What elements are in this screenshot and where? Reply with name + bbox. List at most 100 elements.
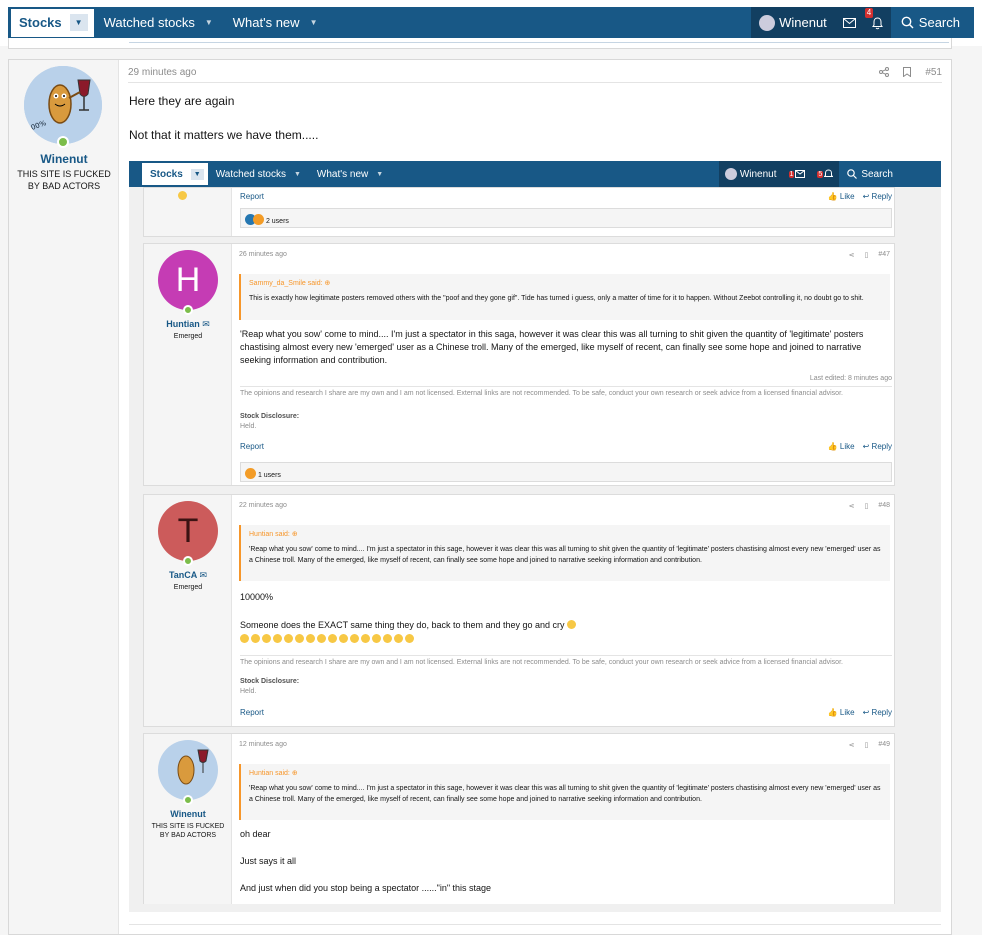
tab-whats-new-label: What's new [232, 15, 300, 30]
laughing-emoji-icon [295, 634, 304, 643]
avatar[interactable]: 00% [24, 66, 102, 144]
post-meta: 26 minutes ago ⋖ ▯ #47 [239, 251, 890, 263]
envelope-icon: ✉ [202, 319, 210, 329]
reply-label: Reply [871, 442, 892, 451]
tab-watched-stocks[interactable]: Watched stocks ▼ [94, 7, 223, 38]
stock-disclosure: Stock Disclosure: Held. [240, 412, 299, 432]
post-body: Someone does the EXACT same thing they d… [240, 619, 892, 632]
online-indicator [183, 795, 193, 805]
inbox-button[interactable] [834, 7, 864, 38]
report-link: Report [240, 708, 265, 717]
arrow-up-icon: ⊕ [291, 770, 298, 777]
post-meta: 22 minutes ago ⋖ ▯ #48 [239, 502, 890, 514]
fire-reaction-icon [245, 468, 256, 479]
reply-button: ↩ Reply [863, 708, 892, 717]
tab-stocks[interactable]: Stocks ▼ [11, 8, 94, 37]
stock-disclosure: Stock Disclosure: Held. [240, 677, 299, 697]
account-menu[interactable]: Winenut [751, 7, 835, 38]
nav-right: Winenut 4 Search [751, 7, 974, 38]
laughing-emoji-icon [394, 634, 403, 643]
post-author: Winenut [170, 809, 206, 819]
quote-author: Sammy_da_Smile said: ⊕ [249, 278, 882, 289]
embedded-user-column: T TanCA ✉ Emerged [144, 495, 232, 726]
arrow-up-icon: ⊕ [324, 280, 331, 287]
avatar: T [158, 501, 218, 561]
previous-post-edge [8, 38, 952, 49]
reactions-count: 1 users [257, 472, 281, 479]
chevron-down-icon[interactable]: ▼ [69, 14, 88, 31]
disclosure-label: Stock Disclosure: [240, 678, 300, 685]
post-author: Huntian ✉ [144, 319, 232, 330]
post-meta-actions: #51 [879, 67, 942, 78]
alerts-button[interactable]: 4 [863, 7, 891, 38]
reply-icon: ↩ [862, 192, 870, 201]
envelope-icon: ✉ [199, 570, 208, 580]
post-author[interactable]: Winenut [9, 152, 119, 166]
user-title: Emerged [173, 333, 203, 340]
quote-author: Huntian said: ⊕ [249, 529, 882, 540]
laughing-emoji-icon [567, 620, 577, 629]
search-button[interactable]: Search [891, 7, 974, 38]
laughing-emoji-icon [350, 634, 359, 643]
laughing-emoji-icon [306, 634, 315, 643]
like-button: 👍 Like [828, 708, 855, 717]
post-author-name: Huntian [166, 319, 200, 329]
envelope-icon [842, 17, 856, 28]
chevron-down-icon[interactable]: ▼ [205, 18, 213, 27]
embedded-user-column: Winenut THIS SITE IS FUCKED BY BAD ACTOR… [144, 734, 232, 911]
tab-label: Stocks [150, 168, 183, 180]
post-meta: 12 minutes ago ⋖ ▯ #49 [239, 741, 890, 753]
search-label: Search [861, 168, 893, 180]
divider [129, 42, 949, 43]
last-edited: Last edited: 8 minutes ago [809, 375, 892, 382]
post-number[interactable]: #51 [925, 67, 942, 78]
chevron-down-icon[interactable]: ▼ [310, 18, 318, 27]
tab-whats-new[interactable]: What's new ▼ [223, 7, 328, 38]
bookmark-icon[interactable] [903, 67, 912, 78]
laughing-emoji-icon [405, 634, 414, 643]
avatar [759, 14, 776, 31]
chevron-down-icon: ▼ [376, 170, 384, 178]
like-label: Like [839, 192, 855, 201]
post-51: 00% Winenut THIS SITE IS FUCKED BY BAD A… [8, 59, 952, 935]
bookmark-icon: ▯ [864, 742, 869, 749]
avatar [158, 740, 218, 800]
share-icon: ⋖ [848, 742, 855, 749]
screenshot-nav-right: Winenut 1 5 Search [718, 161, 901, 187]
account-username: Winenut [739, 168, 777, 180]
reactions-bar: 1 users [240, 462, 892, 482]
laughing-emoji-icon [361, 634, 370, 643]
share-icon[interactable] [879, 67, 890, 78]
signature: The opinions and research I share are my… [240, 386, 892, 397]
post-time[interactable]: 29 minutes ago [128, 67, 196, 78]
search-label: Search [918, 15, 960, 30]
post-body: Just says it all [240, 856, 297, 866]
online-indicator [183, 556, 193, 566]
quote-text: 'Reap what you sow' come to mind.... I'm… [249, 546, 881, 564]
embedded-user-column: H Huntian ✉ Emerged [144, 244, 232, 485]
account-username: Winenut [779, 15, 827, 30]
post-time: 12 minutes ago [239, 741, 287, 748]
bookmark-icon: ▯ [864, 252, 869, 259]
embedded-screenshot[interactable]: Stocks ▼ Watched stocks ▼ What's new ▼ Wine… [129, 161, 941, 912]
search-icon [901, 16, 914, 29]
alert-badge: 5 [817, 170, 824, 178]
signature: The opinions and research I share are my… [240, 655, 892, 666]
user-title: THIS SITE IS FUCKED BY BAD ACTORS [17, 169, 111, 191]
thumbs-up-icon: 👍 [827, 442, 838, 451]
embedded-user-column [144, 188, 232, 236]
laughing-emoji-icon [262, 634, 271, 643]
post-body: And just when did you stop being a spect… [240, 883, 492, 893]
post-actions-right: 👍 Like ↩ Reply [828, 192, 892, 201]
post-actions-right: 👍 Like ↩ Reply [828, 708, 892, 717]
quote-block: Huntian said: ⊕ 'Reap what you sow' come… [239, 525, 890, 581]
post-meta: 29 minutes ago #51 [128, 67, 942, 83]
screenshot-navbar: Stocks ▼ Watched stocks ▼ What's new ▼ Wine… [129, 161, 941, 187]
reactions-bar: 2 users [240, 208, 892, 228]
embedded-post-49: Winenut THIS SITE IS FUCKED BY BAD ACTOR… [143, 733, 895, 912]
quote-author-name: Sammy_da_Smile said: [249, 280, 323, 287]
thumbs-up-icon: 👍 [827, 708, 838, 717]
post-actions-right: 👍 Like ↩ Reply [828, 442, 892, 451]
share-icon: ⋖ [848, 503, 855, 510]
post-author: TanCA ✉ [144, 570, 232, 581]
